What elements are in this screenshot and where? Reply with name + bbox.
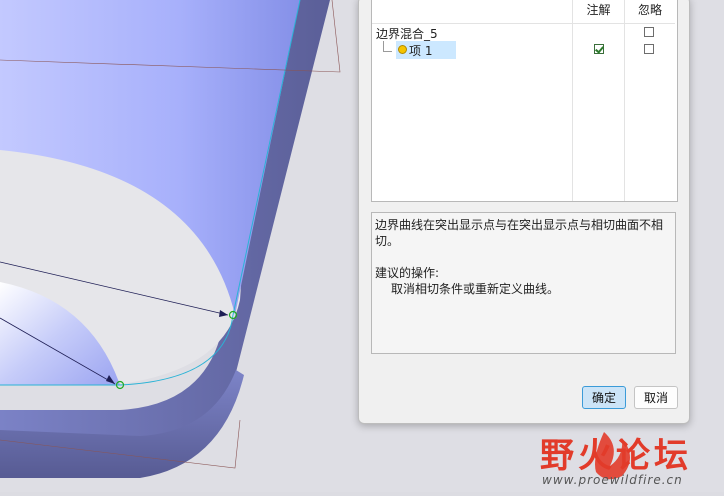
column-header-blank xyxy=(372,0,572,24)
tree-item-label: 项 1 xyxy=(409,44,433,58)
feature-tree-table: 注解 忽略 边界混合_5 项 1 xyxy=(371,0,678,202)
message-panel: 边界曲线在突出显示点与在突出显示点与相切曲面不相 切。 建议的操作: 取消相切条… xyxy=(371,212,676,354)
forum-watermark: 野火论坛 www.proewildfire.cn xyxy=(530,424,724,492)
ok-button[interactable]: 确定 xyxy=(582,386,626,409)
item-ignore-checkbox[interactable] xyxy=(644,44,654,54)
suggestion-title: 建议的操作: xyxy=(375,266,440,280)
column-header-ignore[interactable]: 忽略 xyxy=(625,0,675,24)
watermark-url: www.proewildfire.cn xyxy=(542,473,683,487)
column-divider xyxy=(572,0,573,201)
suggestion-body: 取消相切条件或重新定义曲线。 xyxy=(391,282,560,296)
tree-item-selected[interactable]: 项 1 xyxy=(396,41,456,59)
column-header-annotate[interactable]: 注解 xyxy=(573,0,624,24)
cancel-button[interactable]: 取消 xyxy=(634,386,678,409)
watermark-title: 野火论坛 xyxy=(540,436,692,476)
warning-dot-icon xyxy=(398,45,407,54)
item-annotate-checkbox[interactable] xyxy=(594,44,604,54)
message-line: 边界曲线在突出显示点与在突出显示点与相切曲面不相 xyxy=(375,218,664,232)
root-ignore-checkbox[interactable] xyxy=(644,27,654,37)
tree-root-label[interactable]: 边界混合_5 xyxy=(376,25,438,42)
blend-warning-dialog: 注解 忽略 边界混合_5 项 1 边界曲线在突出显示点与在突出显示点与相切曲面不… xyxy=(358,0,690,424)
tree-connector xyxy=(383,41,392,52)
column-divider xyxy=(624,0,625,201)
message-line: 切。 xyxy=(375,234,400,248)
